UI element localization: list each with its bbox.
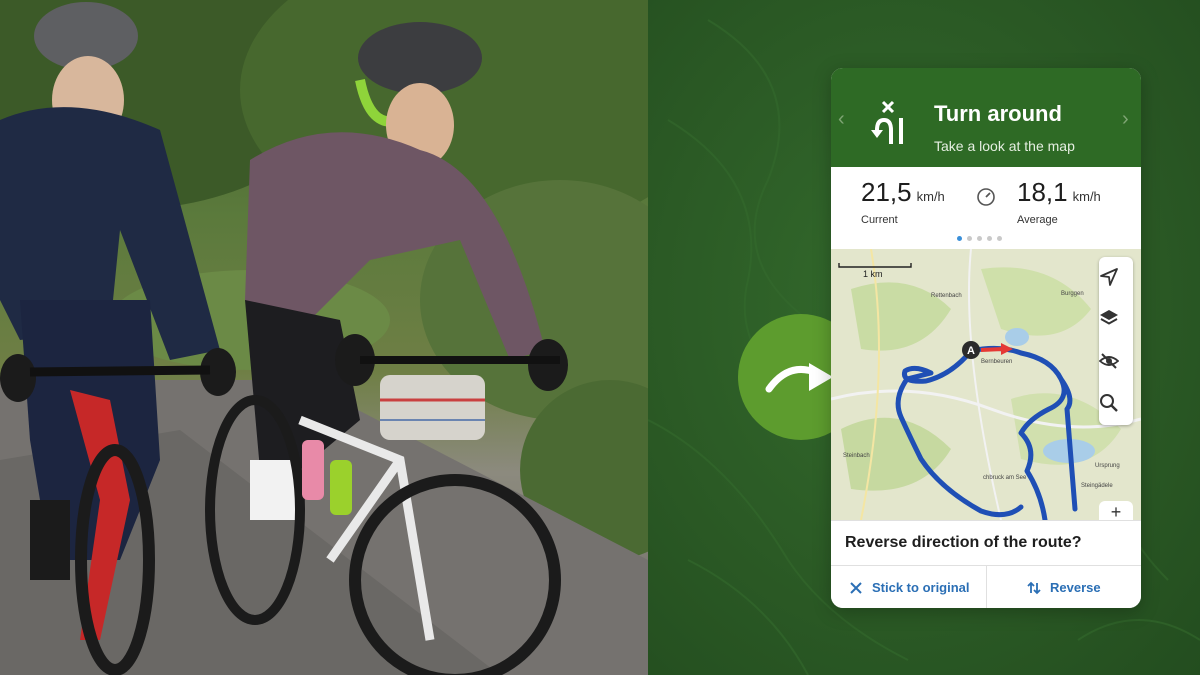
stick-to-original-label: Stick to original (872, 580, 970, 595)
map-toolbar (1099, 257, 1133, 425)
place-label: Rettenbach (931, 293, 962, 299)
current-speed-value: 21,5 (861, 177, 912, 207)
page-indicator (957, 236, 1002, 241)
route-map[interactable]: A 1 km Rettenbach Burggen Bernbeuren Ste… (831, 249, 1141, 520)
reverse-button[interactable]: Reverse (1027, 566, 1137, 608)
average-speed-value: 18,1 (1017, 177, 1068, 207)
current-speed-label: Current (861, 214, 898, 226)
previous-instruction-arrow[interactable]: ‹ (838, 109, 848, 129)
instruction-subtitle: Take a look at the map (934, 138, 1075, 154)
place-label: Steingädele (1081, 483, 1113, 489)
navigation-card: ‹ Turn around Take a look at the map › 2… (831, 68, 1141, 608)
reverse-question: Reverse direction of the route? (845, 534, 1082, 551)
speed-stats[interactable]: 21,5 km/h Current 18,1 km/h Average (831, 167, 1141, 249)
average-speed-label: Average (1017, 214, 1058, 226)
reverse-label: Reverse (1050, 580, 1101, 595)
average-speed-unit: km/h (1072, 189, 1101, 204)
button-divider (986, 566, 987, 608)
curved-arrow-icon (765, 363, 833, 393)
cyclists-photo (0, 0, 648, 675)
current-speed: 21,5 km/h (861, 177, 945, 208)
average-speed: 18,1 km/h (1017, 177, 1101, 208)
page-dot (957, 236, 962, 241)
place-label: Steinbach (843, 453, 870, 459)
map-scale-label: 1 km (863, 269, 883, 279)
place-label: Burggen (1061, 291, 1084, 297)
reverse-prompt: Reverse direction of the route? (831, 520, 1141, 565)
current-speed-unit: km/h (916, 189, 945, 204)
next-instruction-arrow[interactable]: › (1122, 109, 1132, 129)
page-dot (987, 236, 992, 241)
page-dot (967, 236, 972, 241)
turn-instruction-header: ‹ Turn around Take a look at the map › (831, 68, 1141, 167)
place-label: Bernbeuren (981, 359, 1013, 365)
close-icon (850, 581, 862, 594)
swap-vertical-icon (1027, 581, 1041, 594)
navigation-arrow-icon[interactable] (1099, 267, 1119, 287)
page-dot (997, 236, 1002, 241)
page-dot (977, 236, 982, 241)
speedometer-icon (977, 188, 995, 206)
layers-icon[interactable] (1099, 308, 1119, 328)
place-label: Ursprung (1095, 463, 1120, 469)
zoom-in-button[interactable]: + (1099, 501, 1133, 520)
search-icon[interactable] (1099, 393, 1119, 413)
turn-around-icon (871, 100, 903, 144)
instruction-title: Turn around (934, 101, 1062, 126)
hide-eye-icon[interactable] (1099, 351, 1119, 371)
stick-to-original-button[interactable]: Stick to original (849, 566, 985, 608)
place-label: chbruck am See (983, 475, 1027, 481)
start-marker-label: A (967, 345, 975, 357)
dialog-actions: Stick to original Reverse (831, 565, 1141, 608)
